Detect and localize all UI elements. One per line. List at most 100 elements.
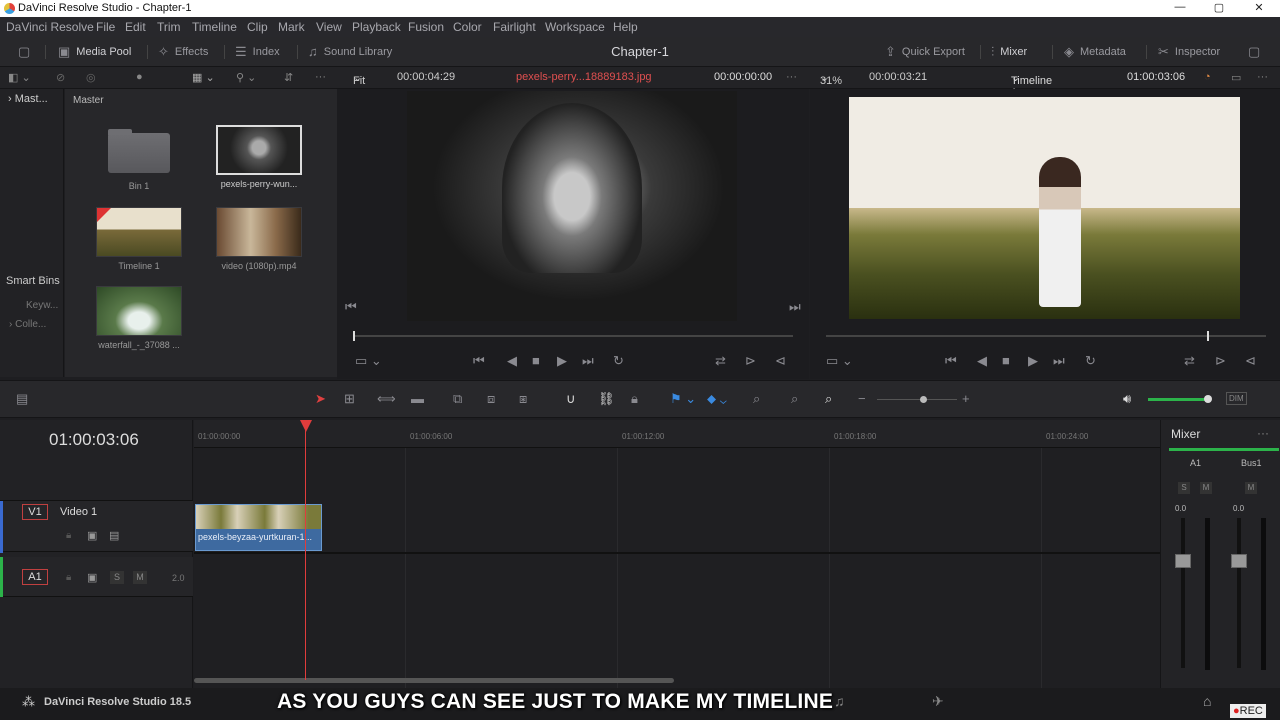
timeline-scrollbar[interactable] (194, 678, 674, 683)
solo-button[interactable]: S (110, 571, 124, 584)
zoom-full-icon[interactable]: ⌕ (753, 391, 760, 407)
menu-fairlight[interactable]: Fairlight (493, 20, 536, 34)
selection-tool-icon[interactable]: ➤ (315, 391, 326, 407)
sort-icon[interactable]: ⇵ (284, 71, 293, 84)
mark-out-button-icon[interactable]: ⊲ (1245, 353, 1256, 369)
mute-button[interactable]: M (133, 571, 147, 584)
mark-out-button-icon[interactable]: ⊲ (775, 353, 786, 369)
maximize-button[interactable]: ▢ (1209, 1, 1229, 15)
video-clip[interactable]: pexels-beyzaa-yurtkuran-1... (195, 504, 322, 551)
channel-mute-button[interactable]: M (1200, 482, 1212, 494)
quick-export-button[interactable]: ⇪ Quick Export (885, 44, 965, 60)
zoom-detail-icon[interactable]: ⌕ (791, 391, 798, 407)
timeline-viewer[interactable]: ▭ ⌄ ⏮ ◀ ■ ▶ ⏭ ↻ ⇄ ⊳ ⊲ (810, 89, 1280, 379)
jump-end-icon[interactable]: ⏭ (582, 353, 594, 369)
mark-in-button-icon[interactable]: ⊳ (745, 353, 756, 369)
bus-mute-button[interactable]: M (1245, 482, 1257, 494)
mark-in-icon[interactable]: ⏮ (345, 299, 357, 315)
mark-out-icon[interactable]: ⏭ (789, 299, 801, 315)
zoom-slider-knob[interactable] (920, 396, 927, 403)
timeline-layout-icon[interactable]: ▤ (16, 391, 28, 407)
match-frame-icon[interactable]: ⇄ (1184, 353, 1195, 369)
snapping-icon[interactable]: ∪ (566, 391, 576, 407)
menu-playback[interactable]: Playback (352, 20, 401, 34)
smart-bin-icon[interactable]: ◎ (86, 71, 96, 84)
menu-mark[interactable]: Mark (278, 20, 305, 34)
dynamic-trim-icon[interactable]: ⟺ (377, 391, 396, 407)
loop-icon[interactable]: ↻ (613, 353, 624, 369)
source-scrubber[interactable] (353, 335, 793, 337)
layout-toggle-icon[interactable]: ▢ (18, 44, 30, 60)
source-options-icon[interactable]: ··· (786, 71, 797, 83)
menu-workspace[interactable]: Workspace (545, 20, 605, 34)
menu-file[interactable]: File (96, 20, 115, 34)
track-header-a1[interactable]: A1 🔒︎ ▣ S M 2.0 (0, 557, 193, 597)
effects-button[interactable]: ✧ Effects (158, 44, 208, 60)
menu-view[interactable]: View (316, 20, 342, 34)
metadata-button[interactable]: ◈ Metadata (1064, 44, 1126, 60)
clip-pexels-perry[interactable]: pexels-perry-wun... (215, 125, 303, 189)
menu-clip[interactable]: Clip (247, 20, 268, 34)
replace-clip-icon[interactable]: ⧆ (519, 391, 527, 407)
timeline-playhead[interactable] (305, 428, 306, 680)
timeline-playhead-marker[interactable] (1207, 331, 1209, 341)
insert-clip-icon[interactable]: ⧉ (453, 391, 462, 407)
deliver-page-icon[interactable]: ✈ (932, 693, 944, 710)
timeline-selector[interactable]: Timeline 1 ⌄ (1011, 71, 1052, 99)
dim-button[interactable]: DIM (1226, 392, 1247, 405)
volume-knob[interactable] (1204, 395, 1212, 403)
source-playhead[interactable] (353, 331, 355, 341)
timeline-ruler[interactable]: 01:00:00:00 01:00:06:00 01:00:12:00 01:0… (194, 420, 1160, 448)
zoom-in-icon[interactable]: + (962, 391, 970, 406)
channel-fader-track[interactable] (1181, 518, 1185, 668)
mixer-button[interactable]: ⫶ Mixer (991, 44, 1027, 60)
menu-timeline[interactable]: Timeline (192, 20, 237, 34)
play-icon[interactable]: ▶ (1028, 353, 1038, 369)
thumb-size-slider[interactable]: ● (136, 71, 143, 83)
auto-select-icon[interactable]: ▣ (87, 529, 97, 542)
volume-slider[interactable] (1148, 398, 1208, 401)
playhead-handle-icon[interactable] (300, 420, 312, 432)
index-button[interactable]: ☰ Index (235, 44, 280, 60)
play-reverse-icon[interactable]: ◀ (977, 353, 987, 369)
zoom-out-icon[interactable]: − (858, 391, 866, 406)
channel-fader[interactable] (1175, 554, 1191, 568)
home-icon[interactable]: ⌂ (1203, 693, 1211, 709)
linked-selection-icon[interactable]: ⛓ (598, 391, 615, 407)
stop-icon[interactable]: ■ (1002, 353, 1010, 368)
position-lock-icon[interactable]: 🔒︎ (631, 391, 638, 407)
fit-dropdown[interactable]: Fit ⌄ (353, 71, 365, 87)
master-bin-item[interactable]: › Mast... (8, 93, 48, 105)
source-viewer[interactable]: ⏮ ⏭ ▭ ⌄ ⏮ ◀ ■ ▶ ⏭ ↻ ⇄ ⊳ ⊲ (337, 89, 809, 379)
bin-list-toggle-icon[interactable]: ◧ ⌄ (8, 71, 31, 84)
inspector-button[interactable]: ✂ Inspector (1158, 44, 1220, 60)
track-header-v1[interactable]: V1 Video 1 🔒︎ ▣ ▤ (0, 500, 193, 553)
timeline-area[interactable]: 01:00:00:00 01:00:06:00 01:00:12:00 01:0… (194, 420, 1160, 688)
expand-icon[interactable]: ▢ (1248, 44, 1260, 60)
color-picker-icon[interactable]: ◔ (1204, 71, 1211, 83)
play-reverse-icon[interactable]: ◀ (507, 353, 517, 369)
menu-color[interactable]: Color (453, 20, 482, 34)
marker-icon[interactable]: ⬥ ⌄ (707, 391, 727, 407)
viewer-options-icon[interactable]: ··· (1257, 71, 1268, 83)
menu-edit[interactable]: Edit (125, 20, 146, 34)
track-v1-name[interactable]: Video 1 (60, 506, 97, 518)
flag-icon[interactable]: ⚑ ⌄ (670, 391, 696, 407)
menu-davinci[interactable]: DaVinci Resolve (6, 20, 94, 34)
timeline-view-options-icon[interactable]: ▭ ⌄ (826, 353, 853, 369)
play-icon[interactable]: ▶ (557, 353, 567, 369)
jump-end-icon[interactable]: ⏭ (1053, 353, 1065, 369)
volume-icon[interactable]: 🔊︎ (1123, 391, 1131, 407)
collections-bin[interactable]: › Colle... (9, 319, 46, 330)
menu-fusion[interactable]: Fusion (408, 20, 444, 34)
clip-bin-1[interactable]: Bin 1 (95, 127, 183, 191)
loop-icon[interactable]: ↻ (1085, 353, 1096, 369)
mark-in-button-icon[interactable]: ⊳ (1215, 353, 1226, 369)
more-options-icon[interactable]: ··· (315, 71, 326, 83)
clip-waterfall[interactable]: waterfall_-_37088 ... (95, 286, 183, 350)
keywords-bin[interactable]: Keyw... (26, 300, 58, 311)
mixer-options-icon[interactable]: ··· (1257, 426, 1269, 440)
track-visibility-icon[interactable]: ▤ (109, 529, 119, 542)
jump-start-icon[interactable]: ⏮ (945, 353, 957, 369)
clip-video-1080p[interactable]: video (1080p).mp4 (215, 207, 303, 271)
